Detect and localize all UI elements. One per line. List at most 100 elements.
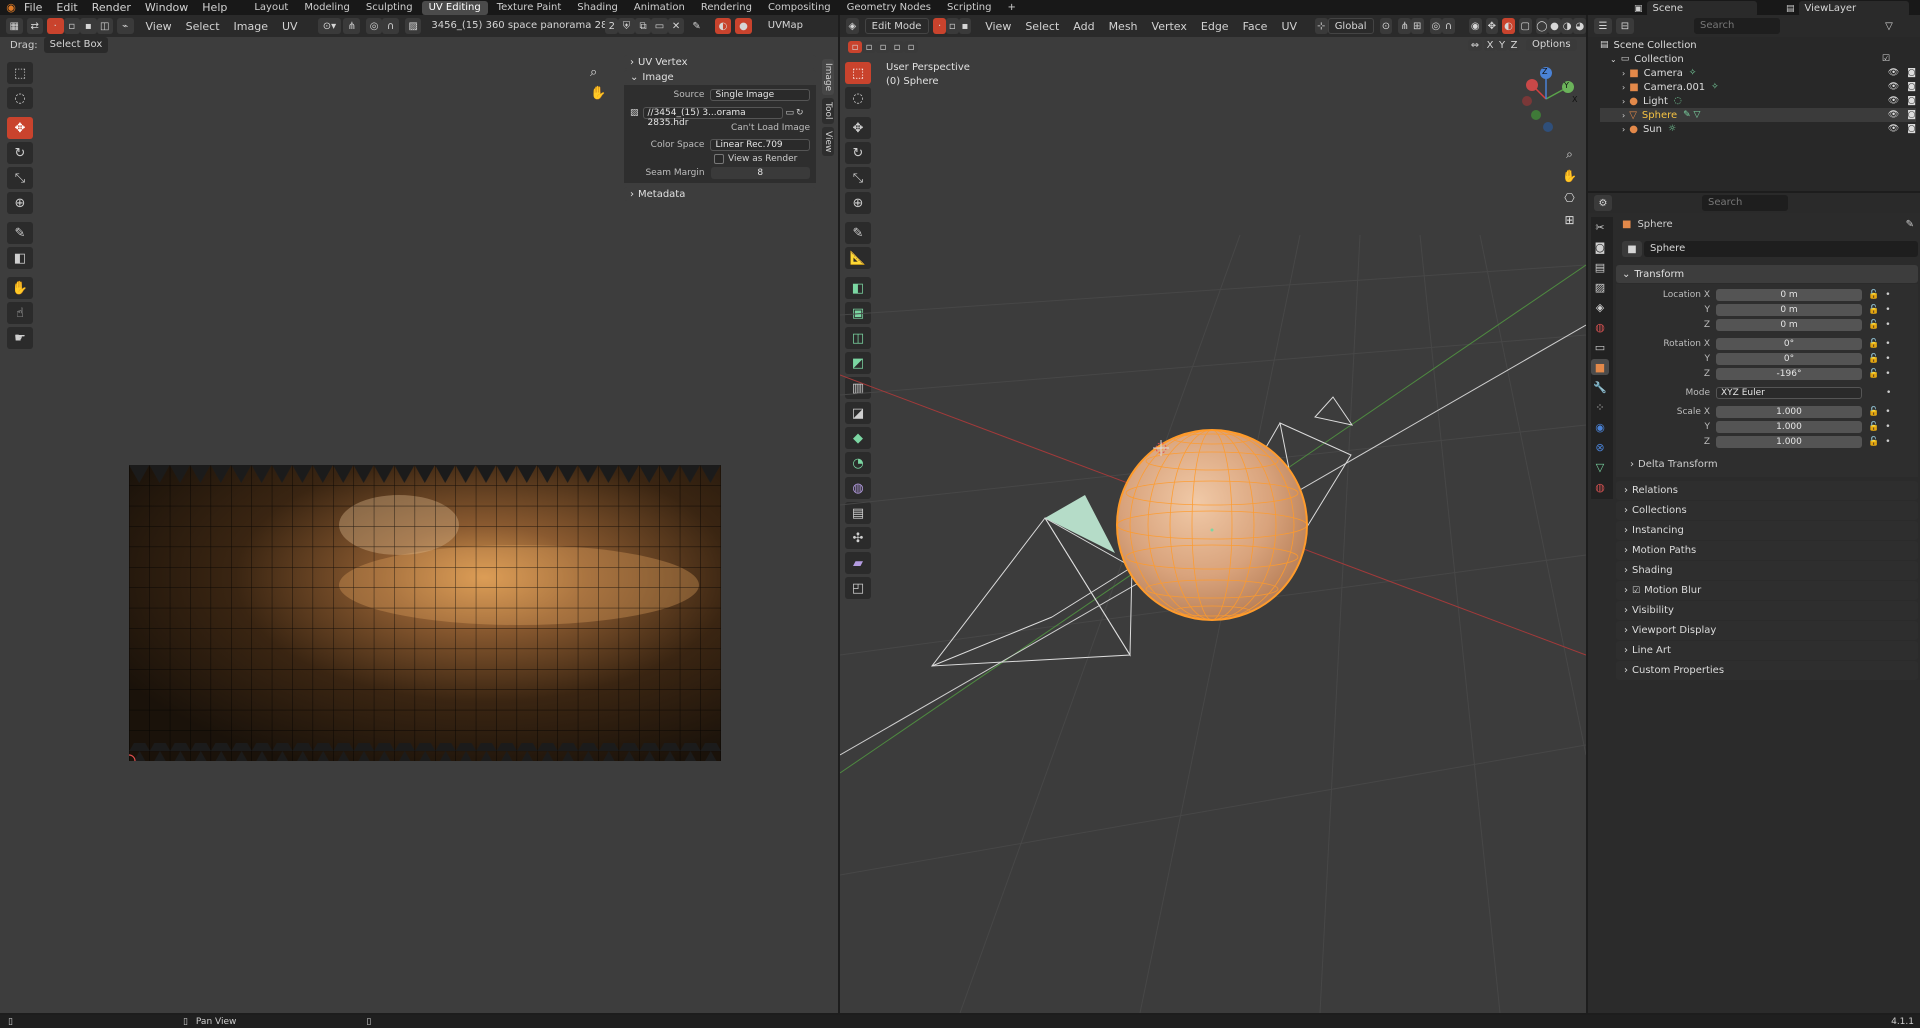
section-motion-paths[interactable]: › Motion Paths [1616, 541, 1918, 560]
seam-margin-field[interactable]: 8 [710, 167, 810, 179]
view-as-render-checkbox[interactable] [714, 154, 724, 164]
grab-sculpt-icon[interactable]: ✋ [7, 277, 33, 299]
vp-menu-add[interactable]: Add [1073, 20, 1094, 33]
select-extend-icon[interactable]: ▫ [862, 41, 876, 53]
rotation-z-field[interactable]: -196° [1716, 368, 1862, 380]
keyframe-dot-icon[interactable]: • [1885, 354, 1890, 364]
delta-transform-subpanel[interactable]: › Delta Transform [1616, 457, 1918, 471]
lock-icon[interactable]: 🔓 [1868, 305, 1879, 315]
menu-edit[interactable]: Edit [56, 1, 77, 14]
section-visibility[interactable]: › Visibility [1616, 601, 1918, 620]
vp-menu-edge[interactable]: Edge [1201, 20, 1229, 33]
vp-menu-face[interactable]: Face [1243, 20, 1268, 33]
collection-checkbox[interactable]: ☑ [1882, 54, 1890, 64]
collection-tab-icon[interactable]: ▭ [1591, 339, 1609, 355]
keyframe-dot-icon[interactable]: • [1885, 369, 1890, 379]
keyframe-dot-icon[interactable]: • [1885, 422, 1890, 432]
shading-material-icon[interactable]: ◑ [1560, 18, 1574, 34]
vertex-select-icon[interactable]: · [47, 18, 64, 34]
vp-menu-view[interactable]: View [985, 20, 1011, 33]
location-y-field[interactable]: 0 m [1716, 304, 1862, 316]
falloff-icon[interactable]: ∩ [382, 18, 399, 34]
outliner-collection[interactable]: ⌄ ▭ Collection ☑ [1600, 52, 1916, 66]
rotate-icon[interactable]: ↻ [7, 142, 33, 164]
scale-x-field[interactable]: 1.000 [1716, 406, 1862, 418]
blender-logo-icon[interactable]: ◉ [0, 1, 22, 14]
metadata-panel-header[interactable]: › Metadata [624, 187, 816, 201]
outliner-item-camera-001[interactable]: › ■ Camera.001 ✧ 👁 ◙ [1600, 80, 1916, 94]
render-camera-icon[interactable]: ◙ [1907, 82, 1916, 92]
location-z-field[interactable]: 0 m [1716, 319, 1862, 331]
rip-icon[interactable]: ◧ [7, 247, 33, 269]
outliner-item-sun[interactable]: › ● Sun ☼ 👁 ◙ [1600, 122, 1916, 136]
snap-toggle-icon[interactable]: ⋔ [1398, 18, 1411, 34]
lock-icon[interactable]: 🔓 [1868, 339, 1879, 349]
tab-layout[interactable]: Layout [247, 1, 295, 15]
vp-menu-uv[interactable]: UV [1281, 20, 1297, 33]
proportional-editing-icon[interactable]: ◎ [1429, 18, 1443, 34]
sync-selection-icon[interactable]: ⇄ [26, 18, 43, 34]
fake-user-icon[interactable]: ⛨ [618, 18, 635, 34]
pin-icon[interactable]: ✎ [688, 18, 705, 34]
tab-rendering[interactable]: Rendering [694, 1, 759, 15]
tab-scripting[interactable]: Scripting [940, 1, 998, 15]
visibility-icon[interactable]: ◉ [1468, 18, 1482, 34]
keyframe-dot-icon[interactable]: • [1885, 407, 1890, 417]
section-line-art[interactable]: › Line Art [1616, 641, 1918, 660]
lock-icon[interactable]: 🔓 [1868, 354, 1879, 364]
tab-animation[interactable]: Animation [627, 1, 692, 15]
transform-icon[interactable]: ⊕ [7, 192, 33, 214]
unlink-image-icon[interactable]: ✕ [667, 18, 685, 34]
outliner-search-input[interactable]: Search [1694, 18, 1780, 34]
outliner-item-sphere[interactable]: › ▽ Sphere ✎ ▽ 👁 ◙ [1600, 108, 1916, 122]
uv-vertex-panel-header[interactable]: › UV Vertex [624, 55, 816, 69]
eye-icon[interactable]: 👁 [1888, 68, 1899, 78]
pan-hand-icon[interactable]: ✋ [590, 86, 606, 101]
outliner-item-light[interactable]: › ● Light ◌ 👁 ◙ [1600, 94, 1916, 108]
drag-select-box-dropdown[interactable]: Select Box [43, 37, 109, 53]
lock-icon[interactable]: 🔓 [1868, 290, 1879, 300]
section-shading[interactable]: › Shading [1616, 561, 1918, 580]
uv-menu-select[interactable]: Select [186, 20, 220, 33]
select-box-icon[interactable]: ⬚ [7, 62, 33, 84]
outliner-item-camera[interactable]: › ■ Camera ✧ 👁 ◙ [1600, 66, 1916, 80]
mirror-y-toggle[interactable]: Y [1496, 39, 1508, 51]
uv-image-canvas[interactable] [122, 465, 721, 768]
shading-rendered-icon[interactable]: ◕ [1573, 18, 1587, 34]
image-browse-icon[interactable]: ▨ [404, 18, 422, 34]
render-camera-icon[interactable]: ◙ [1907, 110, 1916, 120]
snap-target-icon[interactable]: ⊞ [1410, 18, 1424, 34]
scale-y-field[interactable]: 1.000 [1716, 421, 1862, 433]
open-image-icon[interactable]: ▭ [651, 18, 668, 34]
image-name-field[interactable]: 3456_(15) 360 space panorama 2837.hdr [425, 18, 640, 34]
datablock-name-field[interactable]: Sphere [1644, 241, 1918, 257]
edge-select-icon[interactable]: ▫ [63, 18, 80, 34]
material-tab-icon[interactable]: ◍ [1591, 479, 1609, 495]
select-new-icon[interactable]: ▫ [848, 41, 862, 53]
keyframe-dot-icon[interactable]: • [1885, 339, 1890, 349]
particles-tab-icon[interactable]: ⁘ [1591, 399, 1609, 415]
mirror-x-toggle[interactable]: X [1484, 39, 1496, 51]
face-select-icon[interactable]: ▪ [80, 18, 97, 34]
menu-file[interactable]: File [24, 1, 42, 14]
annotate-icon[interactable]: ✎ [7, 222, 33, 244]
tab-sculpting[interactable]: Sculpting [359, 1, 420, 15]
sticky-select-icon[interactable]: ⌁ [117, 18, 134, 34]
color-space-dropdown[interactable]: Linear Rec.709 [710, 139, 810, 151]
vp-menu-mesh[interactable]: Mesh [1109, 20, 1138, 33]
pivot-icon[interactable]: ⊙▾ [317, 18, 342, 34]
select-subtract-icon[interactable]: ▫ [876, 41, 890, 53]
keyframe-dot-icon[interactable]: • [1886, 388, 1891, 398]
orientation-icon[interactable]: ⊹ [1315, 18, 1328, 34]
add-workspace-button[interactable]: + [1000, 1, 1022, 15]
uv-menu-view[interactable]: View [146, 20, 172, 33]
object-tab-icon[interactable]: ■ [1591, 359, 1609, 375]
sidebar-tab-image[interactable]: Image [822, 59, 834, 96]
zoom-icon[interactable]: ⌕ [590, 65, 606, 80]
scale-z-field[interactable]: 1.000 [1716, 436, 1862, 448]
properties-search-input[interactable]: Search [1702, 195, 1788, 211]
orientation-dropdown[interactable]: Global [1327, 18, 1374, 34]
transform-panel-header[interactable]: ⌄ Transform [1616, 265, 1918, 283]
tab-modeling[interactable]: Modeling [297, 1, 357, 15]
display-mode-icon[interactable]: ⊟ [1616, 18, 1634, 34]
